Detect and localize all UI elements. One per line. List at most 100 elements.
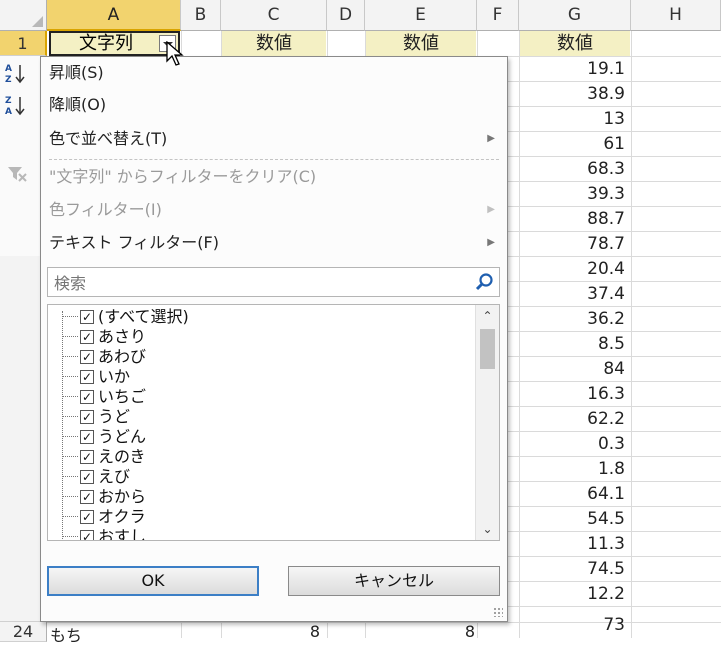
list-item[interactable]: ✓ えび <box>48 467 468 487</box>
autofilter-dropdown: 昇順(S) 降順(O) 色で並べ替え(T) ▶ "文字列" からフィルターをクリ… <box>40 56 508 622</box>
svg-text:Z: Z <box>5 75 12 85</box>
ok-button[interactable]: OK <box>47 566 259 596</box>
column-header-a[interactable]: A <box>47 0 181 31</box>
cell-g-value[interactable]: 73 <box>519 613 625 638</box>
clear-filter-icon <box>8 167 27 182</box>
checkbox-checked-icon[interactable]: ✓ <box>80 530 94 540</box>
menu-sort-ascending[interactable]: 昇順(S) <box>41 57 507 89</box>
cell-g-value[interactable]: 13 <box>519 107 625 132</box>
search-input[interactable] <box>48 268 476 298</box>
cell-g-value[interactable]: 88.7 <box>519 207 625 232</box>
checkbox-checked-icon[interactable]: ✓ <box>80 470 94 484</box>
cancel-button[interactable]: キャンセル <box>288 566 500 596</box>
column-header-b[interactable]: B <box>181 0 221 31</box>
submenu-arrow-icon: ▶ <box>487 204 495 215</box>
column-header-c[interactable]: C <box>221 0 327 31</box>
cell-a1-text: 文字列 <box>79 33 133 54</box>
cell-g-value[interactable]: 1.8 <box>519 457 625 482</box>
list-item[interactable]: ✓ あわび <box>48 347 468 367</box>
checkbox-checked-icon[interactable]: ✓ <box>80 450 94 464</box>
cell-g-value[interactable]: 78.7 <box>519 232 625 257</box>
cell-g-value[interactable]: 84 <box>519 357 625 382</box>
submenu-arrow-icon: ▶ <box>487 237 495 248</box>
checkbox-checked-icon[interactable]: ✓ <box>80 510 94 524</box>
column-header-g[interactable]: G <box>519 0 631 31</box>
cell-g-value[interactable]: 74.5 <box>519 557 625 582</box>
cell-g-value[interactable]: 19.1 <box>519 57 625 82</box>
list-item[interactable]: ✓ オクラ <box>48 507 468 527</box>
cell-g-value[interactable]: 62.2 <box>519 407 625 432</box>
resize-grip-icon[interactable] <box>493 607 503 617</box>
cell-g-value[interactable]: 0.3 <box>519 432 625 457</box>
cell-a24[interactable]: もち <box>50 622 82 646</box>
cell-g-value[interactable]: 11.3 <box>519 532 625 557</box>
cell-g-value[interactable]: 16.3 <box>519 382 625 407</box>
sort-descending-icon: Z A <box>5 96 25 117</box>
cell-g-value[interactable]: 20.4 <box>519 257 625 282</box>
checkbox-checked-icon[interactable]: ✓ <box>80 430 94 444</box>
cell-e1[interactable]: 数値 <box>366 31 476 56</box>
svg-text:A: A <box>5 107 12 117</box>
cell-g-value[interactable]: 68.3 <box>519 157 625 182</box>
scrollbar-thumb[interactable] <box>480 329 495 369</box>
menu-sort-descending-label: 降順(O) <box>49 95 107 114</box>
select-all-corner[interactable] <box>0 0 47 31</box>
scroll-up-icon[interactable]: ⌃ <box>476 305 499 327</box>
checkbox-checked-icon[interactable]: ✓ <box>80 350 94 364</box>
filter-value-list: ✓ (すべて選択) ✓ あさり ✓ あわび ✓ いか ✓ いちご ✓ うど ✓ うどん ✓ えの… <box>47 304 500 541</box>
cell-e24[interactable]: 8 <box>455 622 475 641</box>
cell-g-value[interactable]: 12.2 <box>519 582 625 607</box>
menu-clear-filter: "文字列" からフィルターをクリア(C) <box>41 161 507 193</box>
cell-c24[interactable]: 8 <box>300 622 320 641</box>
menu-sort-descending[interactable]: 降順(O) <box>41 89 507 121</box>
column-header-f[interactable]: F <box>477 0 519 31</box>
column-header-h[interactable]: H <box>631 0 721 31</box>
search-icon <box>475 273 493 291</box>
svg-text:A: A <box>5 64 12 74</box>
submenu-arrow-icon: ▶ <box>487 133 495 144</box>
checkbox-checked-icon[interactable]: ✓ <box>80 390 94 404</box>
menu-sort-by-color[interactable]: 色で並べ替え(T) ▶ <box>41 123 507 155</box>
search-box[interactable] <box>47 267 500 298</box>
menu-text-filter[interactable]: テキスト フィルター(F) ▶ <box>41 227 507 259</box>
list-item[interactable]: ✓ おすし <box>48 527 468 540</box>
list-item[interactable]: ✓ おから <box>48 487 468 507</box>
cell-g-value[interactable]: 54.5 <box>519 507 625 532</box>
list-item[interactable]: ✓ いか <box>48 367 468 387</box>
list-item[interactable]: ✓ えのき <box>48 447 468 467</box>
menu-separator <box>49 159 499 160</box>
checkbox-checked-icon[interactable]: ✓ <box>80 310 94 324</box>
cell-g-value[interactable]: 61 <box>519 132 625 157</box>
menu-sort-ascending-label: 昇順(S) <box>49 63 104 82</box>
cell-g1[interactable]: 数値 <box>520 31 630 56</box>
column-header-d[interactable]: D <box>327 0 365 31</box>
menu-icon-strip: A Z Z A <box>0 56 40 256</box>
row-header-24[interactable]: 24 <box>0 622 47 642</box>
list-item[interactable]: ✓ いちご <box>48 387 468 407</box>
scroll-down-icon[interactable]: ⌄ <box>476 518 499 540</box>
cell-g-value[interactable]: 64.1 <box>519 482 625 507</box>
cell-g-value[interactable]: 37.4 <box>519 282 625 307</box>
list-item[interactable]: ✓ あさり <box>48 327 468 347</box>
mouse-cursor-icon <box>166 41 184 66</box>
menu-color-filter-label: 色フィルター(I) <box>49 200 162 219</box>
cell-a1[interactable]: 文字列 <box>49 31 180 56</box>
column-header-e[interactable]: E <box>365 0 477 31</box>
checkbox-checked-icon[interactable]: ✓ <box>80 330 94 344</box>
checkbox-checked-icon[interactable]: ✓ <box>80 490 94 504</box>
menu-color-filter: 色フィルター(I) ▶ <box>41 194 507 226</box>
cell-g-value[interactable]: 36.2 <box>519 307 625 332</box>
checkbox-checked-icon[interactable]: ✓ <box>80 370 94 384</box>
list-item[interactable]: ✓ (すべて選択) <box>48 307 468 327</box>
menu-text-filter-label: テキスト フィルター(F) <box>49 233 219 252</box>
cell-g-value[interactable]: 39.3 <box>519 182 625 207</box>
cell-c1[interactable]: 数値 <box>222 31 326 56</box>
cell-g-value[interactable]: 8.5 <box>519 332 625 357</box>
cell-g-value[interactable]: 38.9 <box>519 82 625 107</box>
list-item[interactable]: ✓ うどん <box>48 427 468 447</box>
row-header-1[interactable]: 1 <box>0 31 47 56</box>
list-item[interactable]: ✓ うど <box>48 407 468 427</box>
menu-clear-filter-label: "文字列" からフィルターをクリア(C) <box>49 167 317 186</box>
checkbox-checked-icon[interactable]: ✓ <box>80 410 94 424</box>
list-scrollbar[interactable]: ⌃ ⌄ <box>475 305 499 540</box>
